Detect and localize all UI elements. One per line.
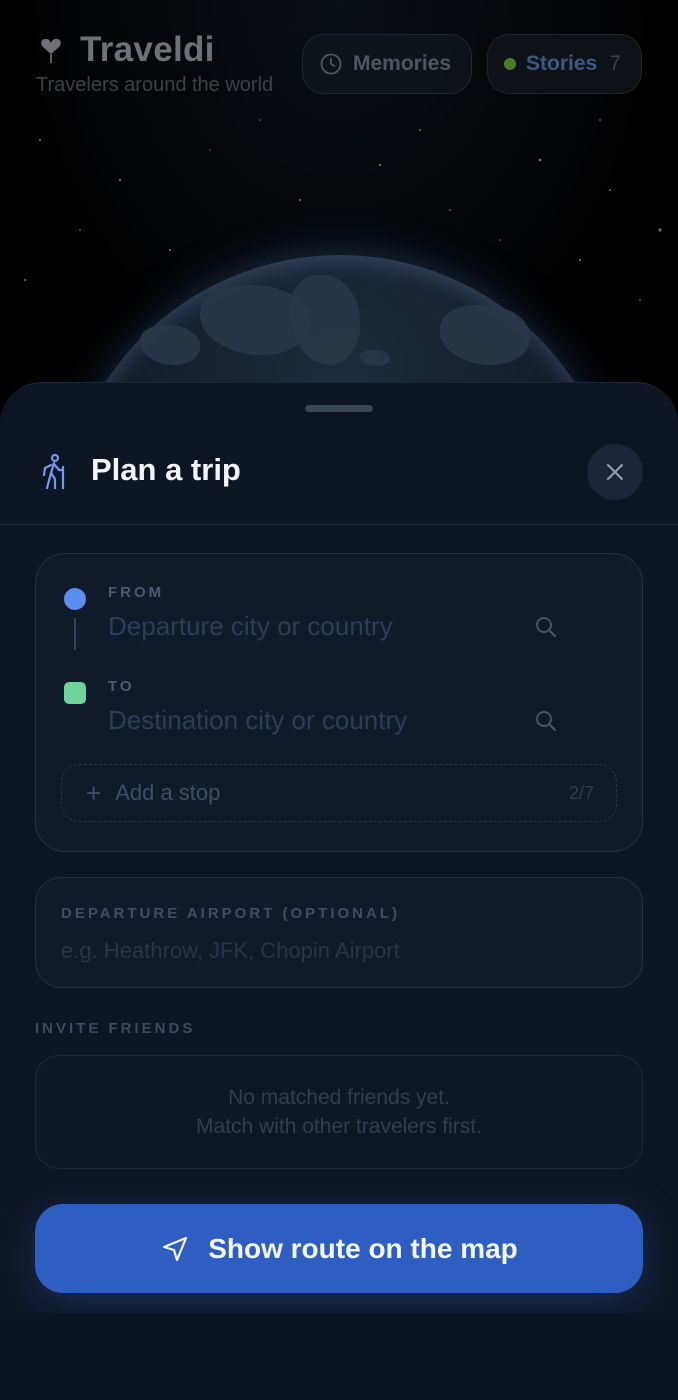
app-logo[interactable]: Traveldi [36,30,215,70]
app-title: Traveldi [80,30,215,69]
empty-message-line1: No matched friends yet. [228,1086,450,1109]
airport-card: DEPARTURE AIRPORT (OPTIONAL) [35,877,643,988]
stories-label: Stories [526,52,598,75]
to-marker [64,682,86,704]
airport-input[interactable] [61,934,601,968]
stories-status-dot [504,58,516,70]
invite-friends-label: INVITE FRIENDS [35,1020,196,1037]
from-label: FROM [108,584,165,601]
plus-icon: + [86,778,102,808]
app-header: Traveldi Travelers around the world Memo… [0,0,678,110]
route-connector [74,618,76,650]
add-stop-button[interactable]: + Add a stop 2/7 [61,764,617,822]
empty-message-line2: Match with other travelers first. [196,1115,482,1138]
sheet-title: Plan a trip [91,452,241,487]
memories-button[interactable]: Memories [302,34,472,94]
to-search-icon[interactable] [534,709,558,733]
plan-trip-sheet: Plan a trip FROM TO + Add a stop 2/7 D [0,382,678,1400]
show-route-button[interactable]: Show route on the map [35,1204,643,1293]
stories-button[interactable]: Stories 7 [487,34,642,94]
to-input[interactable] [108,702,568,738]
from-search-icon[interactable] [534,615,558,639]
app-subtitle: Travelers around the world [36,74,274,96]
route-card: FROM TO + Add a stop 2/7 [35,553,643,852]
stop-count: 2/7 [568,782,594,803]
clock-icon [320,53,342,75]
to-label: TO [108,678,135,695]
invite-friends-empty: No matched friends yet. Match with other… [35,1055,643,1169]
airport-label: DEPARTURE AIRPORT (OPTIONAL) [61,905,400,922]
sheet-header: Plan a trip [0,443,678,525]
navigation-arrow-icon [163,1236,188,1261]
hiker-icon [42,453,65,490]
show-route-label: Show route on the map [208,1232,518,1264]
memories-label: Memories [353,52,452,75]
from-marker [64,588,86,610]
from-input[interactable] [108,608,568,644]
sheet-drag-handle[interactable] [305,405,373,412]
sheet-bottom [0,1313,678,1400]
add-stop-label: Add a stop [115,780,221,805]
close-button[interactable] [587,444,643,500]
stories-count: 7 [609,52,621,75]
close-icon [607,464,623,480]
balloon-icon [41,38,61,63]
